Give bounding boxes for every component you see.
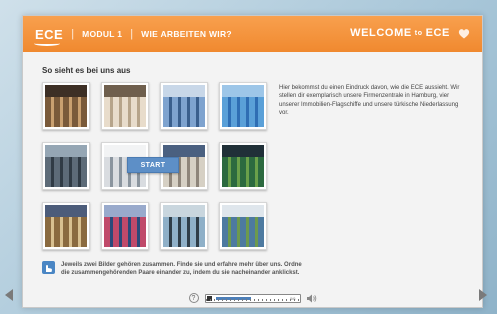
building-photo xyxy=(222,205,264,247)
building-photo xyxy=(222,85,264,127)
progress-bar[interactable]: 0/6 xyxy=(204,293,301,303)
intro-text: Hier bekommst du einen Eindruck davon, w… xyxy=(279,85,460,117)
building-photo xyxy=(222,145,264,187)
memory-card[interactable] xyxy=(101,82,149,130)
section-label: WIE ARBEITEN WIR? xyxy=(141,29,232,39)
heart-icon xyxy=(458,28,470,38)
building-photo xyxy=(104,85,146,127)
footer-bar: ? 0/6 xyxy=(23,289,482,307)
memory-card[interactable] xyxy=(42,82,90,130)
module-window: ECE | MODUL 1 | WIE ARBEITEN WIR? WELCOM… xyxy=(22,15,483,308)
memory-card[interactable] xyxy=(219,82,267,130)
ece-logo: ECE xyxy=(34,27,63,46)
progress-ticks xyxy=(205,298,300,301)
memory-card[interactable] xyxy=(42,142,90,190)
memory-card[interactable] xyxy=(160,202,208,250)
header-separator: | xyxy=(71,28,75,40)
building-photo xyxy=(45,85,87,127)
building-photo xyxy=(163,85,205,127)
welcome-logo: WELCOME to ECE xyxy=(350,27,470,39)
header-bar: ECE | MODUL 1 | WIE ARBEITEN WIR? WELCOM… xyxy=(23,16,482,52)
module-label: MODUL 1 xyxy=(82,29,123,39)
help-icon[interactable]: ? xyxy=(188,293,199,303)
hand-pointer-icon xyxy=(42,261,55,274)
previous-arrow-icon[interactable] xyxy=(5,289,13,301)
memory-card[interactable] xyxy=(42,202,90,250)
page-title: So sieht es bei uns aus xyxy=(42,66,131,75)
next-arrow-icon[interactable] xyxy=(479,289,487,301)
progress-label: 0/6 xyxy=(289,295,296,301)
memory-card[interactable] xyxy=(219,202,267,250)
building-photo xyxy=(163,205,205,247)
speaker-icon[interactable] xyxy=(306,294,317,303)
start-button[interactable]: START xyxy=(127,157,179,173)
building-photo xyxy=(104,205,146,247)
memory-card[interactable] xyxy=(101,202,149,250)
building-photo xyxy=(45,145,87,187)
header-separator: | xyxy=(130,28,134,40)
memory-card[interactable] xyxy=(160,82,208,130)
building-photo xyxy=(45,205,87,247)
instruction-box: Jeweils zwei Bilder gehören zusammen. Fi… xyxy=(42,261,302,277)
memory-card[interactable] xyxy=(219,142,267,190)
instruction-text: Jeweils zwei Bilder gehören zusammen. Fi… xyxy=(61,262,302,276)
